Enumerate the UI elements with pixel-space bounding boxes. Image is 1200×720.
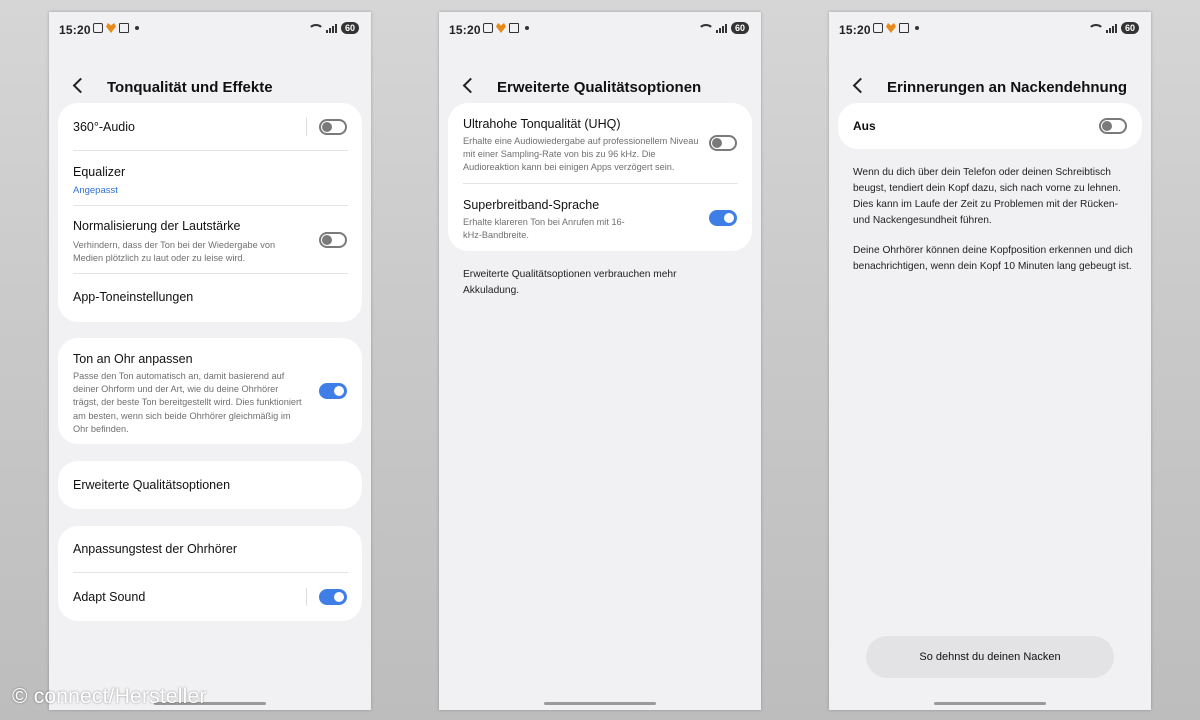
- scan-icon: [93, 23, 103, 33]
- battery-note: Erweiterte Qualitätsoptionen verbrauchen…: [463, 269, 677, 296]
- setting-label: Ultrahohe Tonqualität (UHQ): [463, 117, 621, 131]
- setting-label: Erweiterte Qualitätsoptionen: [73, 478, 231, 492]
- notification-icons: [93, 23, 139, 33]
- setting-label: 360°-Audio: [73, 120, 135, 134]
- separator: [306, 588, 307, 606]
- mail-icon: [509, 23, 519, 33]
- mail-icon: [119, 23, 129, 33]
- mail-icon: [899, 23, 909, 33]
- toggle-360-audio[interactable]: [319, 119, 347, 135]
- health-icon: [496, 23, 506, 33]
- signal-icon: [715, 23, 727, 33]
- neck-stretch-button[interactable]: So dehnst du deinen Nacken: [866, 636, 1114, 678]
- setting-label: Superbreitband-Sprache: [463, 198, 600, 212]
- app-header: Tonqualität und Effekte: [49, 67, 371, 107]
- setting-master-switch[interactable]: Aus: [838, 103, 1142, 149]
- setting-label: Ton an Ohr anpassen: [73, 352, 193, 366]
- notification-icons: [873, 23, 919, 33]
- back-arrow-icon[interactable]: [72, 77, 89, 94]
- settings-card-tests: Anpassungstest der Ohrhörer Adapt Sound: [58, 526, 362, 621]
- copyright-watermark: © connect/Hersteller: [12, 685, 207, 708]
- setting-label: Normalisierung der Lautstärke: [73, 219, 241, 233]
- status-bar: 15:20 60: [49, 20, 371, 40]
- setting-description: Verhindern, dass der Ton bei der Wiederg…: [73, 240, 276, 264]
- signal-icon: [1105, 23, 1117, 33]
- settings-card-advanced: Erweiterte Qualitätsoptionen: [58, 461, 362, 509]
- setting-label: Anpassungstest der Ohrhörer: [73, 542, 237, 556]
- status-bar: 15:20 60: [829, 20, 1151, 40]
- setting-adapt-sound[interactable]: Adapt Sound: [58, 573, 362, 621]
- system-icons: 60: [697, 22, 749, 34]
- back-arrow-icon[interactable]: [852, 77, 869, 94]
- settings-card-master: Aus: [838, 103, 1142, 149]
- scan-icon: [873, 23, 883, 33]
- health-icon: [886, 23, 896, 33]
- wifi-icon: [1087, 22, 1104, 34]
- battery-icon: 60: [730, 22, 749, 34]
- setting-superwideband[interactable]: Superbreitband-Sprache Erhalte klareren …: [448, 184, 752, 251]
- setting-app-sound[interactable]: App-Toneinstellungen: [58, 274, 362, 322]
- app-header: Erweiterte Qualitätsoptionen: [439, 67, 761, 107]
- equalizer-value: Angepasst: [73, 185, 118, 196]
- status-time: 15:20: [449, 23, 481, 37]
- screen-tonqualitaet: 15:20 60 Tonqualität und Effekte 360°-Au…: [49, 12, 371, 710]
- more-notifications-icon: [135, 26, 139, 30]
- toggle-superwideband[interactable]: [709, 210, 737, 226]
- home-indicator[interactable]: [544, 702, 656, 705]
- master-switch-label: Aus: [853, 119, 876, 133]
- more-notifications-icon: [915, 26, 919, 30]
- settings-card-fit: Ton an Ohr anpassen Passe den Ton automa…: [58, 338, 362, 444]
- wifi-icon: [307, 22, 324, 34]
- settings-card-sound: 360°-Audio Equalizer Angepasst Normalisi…: [58, 103, 362, 322]
- scan-icon: [483, 23, 493, 33]
- screen-nackendehnung: 15:20 60 Erinnerungen an Nackendehnung A…: [829, 12, 1151, 710]
- page-title: Tonqualität und Effekte: [107, 79, 273, 96]
- wifi-icon: [697, 22, 714, 34]
- system-icons: 60: [307, 22, 359, 34]
- description-paragraph-1: Wenn du dich über dein Telefon oder dein…: [853, 167, 1121, 226]
- setting-label: Equalizer: [73, 165, 126, 179]
- screen-erweiterte-qualitaet: 15:20 60 Erweiterte Qualitätsoptionen Ul…: [439, 12, 761, 710]
- setting-normalize-volume[interactable]: Normalisierung der Lautstärke Verhindern…: [58, 206, 362, 274]
- toggle-adapt-to-ear[interactable]: [319, 383, 347, 399]
- setting-equalizer[interactable]: Equalizer Angepasst: [58, 151, 362, 206]
- setting-fit-test[interactable]: Anpassungstest der Ohrhörer: [58, 526, 362, 573]
- battery-icon: 60: [340, 22, 359, 34]
- page-title: Erinnerungen an Nackendehnung: [887, 79, 1128, 96]
- setting-label: App-Toneinstellungen: [73, 290, 194, 304]
- setting-advanced-quality[interactable]: Erweiterte Qualitätsoptionen: [58, 461, 362, 509]
- setting-adapt-to-ear[interactable]: Ton an Ohr anpassen Passe den Ton automa…: [58, 338, 362, 444]
- setting-uhq[interactable]: Ultrahohe Tonqualität (UHQ) Erhalte eine…: [448, 103, 752, 184]
- setting-360-audio[interactable]: 360°-Audio: [58, 103, 362, 151]
- toggle-uhq[interactable]: [709, 135, 737, 151]
- app-header: Erinnerungen an Nackendehnung: [829, 67, 1151, 107]
- status-time: 15:20: [59, 23, 91, 37]
- setting-description: Erhalte klareren Ton bei Anrufen mit 16-…: [463, 217, 625, 241]
- setting-description: Erhalte eine Audiowiedergabe auf profess…: [463, 136, 699, 173]
- toggle-adapt-sound[interactable]: [319, 589, 347, 605]
- back-arrow-icon[interactable]: [462, 77, 479, 94]
- settings-card-quality: Ultrahohe Tonqualität (UHQ) Erhalte eine…: [448, 103, 752, 251]
- health-icon: [106, 23, 116, 33]
- signal-icon: [325, 23, 337, 33]
- status-bar: 15:20 60: [439, 20, 761, 40]
- status-time: 15:20: [839, 23, 871, 37]
- more-notifications-icon: [525, 26, 529, 30]
- toggle-normalize-volume[interactable]: [319, 232, 347, 248]
- toggle-neck-reminder[interactable]: [1099, 118, 1127, 134]
- description-paragraph-2: Deine Ohrhörer können deine Kopfposition…: [853, 245, 1133, 272]
- battery-icon: 60: [1120, 22, 1139, 34]
- setting-label: Adapt Sound: [73, 590, 146, 604]
- system-icons: 60: [1087, 22, 1139, 34]
- setting-description: Passe den Ton automatisch an, damit basi…: [73, 371, 302, 434]
- home-indicator[interactable]: [934, 702, 1046, 705]
- page-title: Erweiterte Qualitätsoptionen: [497, 79, 702, 96]
- separator: [306, 118, 307, 136]
- notification-icons: [483, 23, 529, 33]
